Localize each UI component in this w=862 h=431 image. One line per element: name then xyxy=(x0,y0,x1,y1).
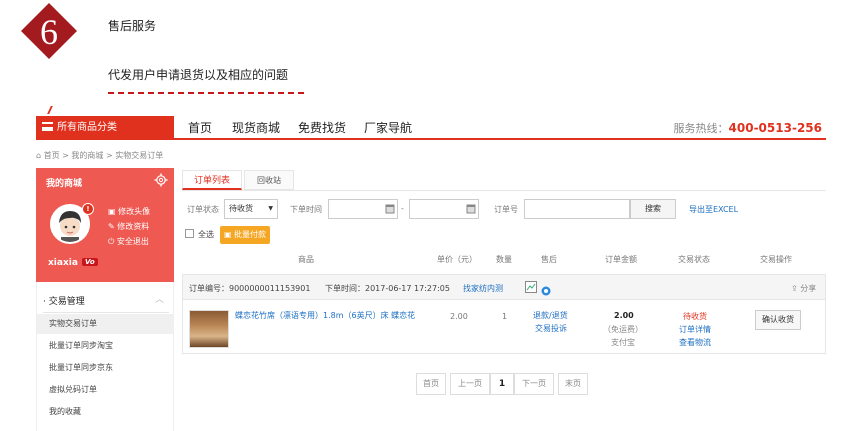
column-header-actions: 交易操作 xyxy=(760,255,792,264)
dashed-underline xyxy=(108,92,304,94)
status-filter-label: 订单状态 xyxy=(187,205,219,214)
order-number: 订单编号：9000000011153901 xyxy=(189,284,311,293)
next-page-button[interactable]: 下一页 xyxy=(514,373,554,395)
nav-link-free-sourcing[interactable]: 免费找货 xyxy=(298,116,346,140)
chevron-up-icon[interactable]: ︿ xyxy=(155,292,164,305)
status-select[interactable]: 待收货 ▼ xyxy=(224,199,278,219)
dropdown-arrow-icon: ▼ xyxy=(268,205,273,212)
sidebar-title: 我的商城 xyxy=(46,179,83,189)
quantity: 1 xyxy=(502,312,508,321)
confirm-receipt-button[interactable]: 确认收货 xyxy=(755,310,801,330)
share-button[interactable]: ⇪ 分享 xyxy=(791,283,816,294)
breadcrumb-my-mall[interactable]: 我的商城 xyxy=(71,151,103,160)
edit-profile-link[interactable]: ✎ 修改资料 xyxy=(108,221,149,232)
breadcrumb-home[interactable]: 首页 xyxy=(44,151,60,160)
end-date-input[interactable] xyxy=(409,199,479,219)
order-card-header: 订单编号：9000000011153901 下单时间：2017-06-17 17… xyxy=(183,275,825,300)
column-header-after-sale: 售后 xyxy=(541,255,557,264)
search-button[interactable]: 搜索 xyxy=(630,199,676,219)
tab-divider xyxy=(182,190,826,191)
tab-recycle-bin[interactable]: 回收站 xyxy=(244,170,294,190)
sidebar: 我的商城 ! ▣ 修改头像 ✎ 修改资料 ⏻ 安全退出 xiaxia Vo · … xyxy=(36,168,174,431)
breadcrumb: ⌂ 首页 > 我的商城 > 实物交易订单 xyxy=(36,151,164,160)
chat-icon[interactable] xyxy=(541,286,551,296)
username: xiaxia xyxy=(48,258,78,268)
broken-image-icon xyxy=(525,281,537,293)
column-header-unit-price: 单价（元） xyxy=(437,255,477,264)
unit-price: 2.00 xyxy=(450,312,468,321)
step-number-badge-icon: 6 xyxy=(21,3,77,59)
sidebar-item-sync-taobao[interactable]: 批量订单同步淘宝 xyxy=(37,336,174,356)
sidebar-item-virtual-orders[interactable]: 虚拟兑码订单 xyxy=(37,380,174,400)
step-description: 代发用户申请退货以及相应的问题 xyxy=(108,68,289,82)
sidebar-item-sync-jd[interactable]: 批量订单同步京东 xyxy=(37,358,174,378)
menu-icon xyxy=(42,122,53,131)
nav-link-factory-guide[interactable]: 厂家导航 xyxy=(364,116,412,140)
divider xyxy=(43,312,169,313)
nav-link-home[interactable]: 首页 xyxy=(188,116,212,140)
payment-method: 支付宝 xyxy=(611,338,635,347)
camera-icon: ▣ xyxy=(108,207,119,216)
calendar-icon[interactable] xyxy=(466,203,476,214)
hotline-number: 400-0513-256 xyxy=(728,121,822,135)
column-header-status: 交易状态 xyxy=(678,255,710,264)
product-name-link[interactable]: 蝶恋花竹席（凛语专用）1.8m（6英尺）床 蝶恋花 xyxy=(235,310,425,321)
last-page-button[interactable]: 末页 xyxy=(558,373,588,395)
logout-link[interactable]: ⏻ 安全退出 xyxy=(108,236,149,247)
seller-link[interactable]: 找家纺内测 xyxy=(463,283,503,294)
vip-badge: Vo xyxy=(82,258,98,266)
calendar-icon[interactable] xyxy=(385,203,395,214)
complaint-link[interactable]: 交易投诉 xyxy=(535,323,567,334)
select-all-label: 全选 xyxy=(198,230,214,239)
start-date-input[interactable] xyxy=(328,199,398,219)
tab-order-list[interactable]: 订单列表 xyxy=(182,170,242,190)
change-avatar-link[interactable]: ▣ 修改头像 xyxy=(108,206,150,217)
all-categories-button[interactable]: 所有商品分类 xyxy=(36,116,174,140)
main-nav: 所有商品分类 首页 现货商城 免费找货 厂家导航 服务热线：400-0513-2… xyxy=(36,116,826,140)
step-title: 售后服务 xyxy=(108,19,157,33)
svg-text:6: 6 xyxy=(40,12,58,52)
decorative-tick xyxy=(47,106,57,114)
select-all-checkbox[interactable] xyxy=(185,229,194,238)
section-title[interactable]: · 交易管理 xyxy=(43,294,85,307)
home-icon: ⌂ xyxy=(36,151,44,160)
gear-icon[interactable] xyxy=(154,173,168,187)
first-page-button[interactable]: 首页 xyxy=(416,373,446,395)
order-amount: 2.00 xyxy=(614,311,634,320)
order-status: 待收货 xyxy=(683,312,707,321)
pencil-icon: ✎ xyxy=(108,222,118,231)
order-number-input[interactable] xyxy=(524,199,630,219)
column-header-amount: 订单金额 xyxy=(605,255,637,264)
order-time: 下单时间：2017-06-17 17:27:05 xyxy=(325,284,450,293)
shipping-note: （免运费） xyxy=(603,325,643,334)
export-excel-link[interactable]: 导出至EXCEL xyxy=(689,204,738,215)
current-page[interactable]: 1 xyxy=(490,373,514,395)
share-icon: ⇪ xyxy=(791,284,801,293)
service-hotline: 服务热线：400-0513-256 xyxy=(673,121,822,135)
order-detail-link[interactable]: 订单详情 xyxy=(679,324,711,335)
prev-page-button[interactable]: 上一页 xyxy=(450,373,490,395)
nav-link-spot-mall[interactable]: 现货商城 xyxy=(232,116,280,140)
notification-badge: ! xyxy=(82,203,94,215)
trade-management-panel: · 交易管理 ︿ 实物交易订单 批量订单同步淘宝 批量订单同步京东 虚拟兑码订单… xyxy=(36,282,174,431)
logistics-link[interactable]: 查看物流 xyxy=(679,337,711,348)
wallet-icon: ▣ xyxy=(223,230,235,239)
time-filter-label: 下单时间 xyxy=(290,205,322,214)
profile-panel: 我的商城 ! ▣ 修改头像 ✎ 修改资料 ⏻ 安全退出 xiaxia Vo xyxy=(36,168,174,282)
order-card: 订单编号：9000000011153901 下单时间：2017-06-17 17… xyxy=(182,274,826,354)
order-number-label: 订单号 xyxy=(494,205,518,214)
sidebar-item-physical-orders[interactable]: 实物交易订单 xyxy=(37,314,174,334)
all-categories-label: 所有商品分类 xyxy=(57,122,117,133)
batch-pay-button[interactable]: ▣ 批量付款 xyxy=(220,226,270,244)
refund-return-link[interactable]: 退款/退货 xyxy=(533,310,568,321)
date-separator: - xyxy=(401,204,404,213)
product-image[interactable] xyxy=(189,310,229,348)
column-header-quantity: 数量 xyxy=(496,255,512,264)
power-icon: ⏻ xyxy=(108,237,117,246)
breadcrumb-current: 实物交易订单 xyxy=(115,151,164,160)
sidebar-item-favorites[interactable]: 我的收藏 xyxy=(37,402,174,422)
column-header-product: 商品 xyxy=(298,255,314,264)
